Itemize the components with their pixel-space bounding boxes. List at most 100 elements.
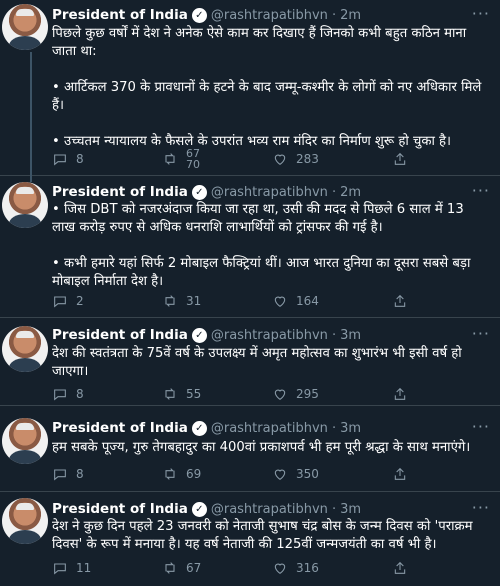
share-button[interactable] [392, 293, 408, 309]
reply-count: 8 [76, 387, 84, 401]
more-options-icon[interactable]: ··· [472, 324, 490, 343]
verified-badge-icon: ✓ [191, 184, 207, 200]
author-name[interactable]: President of India [52, 7, 188, 23]
more-options-icon[interactable]: ··· [472, 498, 490, 517]
more-options-icon[interactable]: ··· [472, 4, 490, 23]
like-button[interactable]: 295 [272, 386, 319, 402]
tweet[interactable]: President of India ✓ @rashtrapatibhvn · … [0, 492, 500, 586]
share-button[interactable] [392, 466, 408, 482]
timestamp[interactable]: 3m [340, 421, 361, 436]
reply-button[interactable]: 2 [52, 293, 84, 309]
reply-button[interactable]: 11 [52, 560, 91, 576]
author-handle[interactable]: @rashtrapatibhvn [211, 328, 328, 343]
tweet-text: • जिस DBT को नजरअंदाज किया जा रहा था, उस… [52, 201, 490, 291]
tweet-line: • कभी हमारे यहां सिर्फ 2 मोबाइल फैक्ट्रि… [52, 256, 471, 289]
reply-icon [54, 389, 66, 401]
share-button[interactable] [392, 560, 408, 576]
tweet-actions: 8 55 295 [52, 385, 472, 403]
like-button[interactable]: 164 [272, 293, 319, 309]
share-button[interactable] [392, 386, 408, 402]
tweet[interactable]: President of India ✓ @rashtrapatibhvn · … [0, 318, 500, 406]
retweet-button[interactable]: 31 [162, 293, 201, 309]
tweet-header: President of India ✓ @rashtrapatibhvn · … [52, 419, 361, 437]
tweet-actions: 11 67 316 [52, 559, 472, 577]
like-button[interactable]: 316 [272, 560, 319, 576]
retweet-button[interactable]: 67 70 [162, 148, 200, 170]
author-name[interactable]: President of India [52, 501, 188, 517]
reply-count: 8 [76, 467, 84, 481]
retweet-button[interactable]: 69 [162, 466, 201, 482]
heart-icon [274, 154, 286, 165]
tweet-header: President of India ✓ @rashtrapatibhvn · … [52, 6, 361, 24]
tweet-text: हम सबके पूज्य, गुरु तेगबहादुर का 400वां … [52, 439, 490, 457]
tweet-line: देश ने कुछ दिन पहले 23 जनवरी को नेताजी स… [52, 519, 473, 552]
reply-icon [54, 469, 66, 481]
avatar[interactable] [2, 418, 48, 464]
retweet-button[interactable]: 67 [162, 560, 201, 576]
verified-badge-icon: ✓ [191, 327, 207, 343]
retweet-icon [165, 388, 175, 400]
author-name[interactable]: President of India [52, 184, 188, 200]
avatar[interactable] [2, 182, 48, 228]
author-handle[interactable]: @rashtrapatibhvn [211, 502, 328, 517]
share-icon [394, 467, 406, 480]
author-handle[interactable]: @rashtrapatibhvn [211, 421, 328, 436]
tweet-line: देश की स्वतंत्रता के 75वें वर्ष के उपलक्… [52, 346, 462, 379]
separator-dot: · [331, 501, 337, 517]
tweet-header: President of India ✓ @rashtrapatibhvn · … [52, 183, 361, 201]
tweet-feed: President of India ✓ @rashtrapatibhvn · … [0, 0, 500, 586]
more-options-icon[interactable]: ··· [472, 181, 490, 200]
reply-count: 8 [76, 152, 84, 166]
retweet-icon [165, 468, 175, 480]
retweet-count: 69 [186, 467, 202, 481]
timestamp[interactable]: 3m [340, 502, 361, 517]
author-handle[interactable]: @rashtrapatibhvn [211, 185, 328, 200]
reply-icon [54, 563, 66, 575]
tweet-actions: 2 31 164 [52, 292, 472, 310]
tweet-line: • उच्चतम न्यायालय के फैसले के उपरांत भव्… [52, 134, 452, 149]
avatar[interactable] [2, 326, 48, 372]
tweet-line: हम सबके पूज्य, गुरु तेगबहादुर का 400वां … [52, 440, 471, 455]
author-name[interactable]: President of India [52, 420, 188, 436]
tweet[interactable]: President of India ✓ @rashtrapatibhvn · … [0, 176, 500, 318]
reply-button[interactable]: 8 [52, 386, 84, 402]
thread-line [30, 52, 32, 176]
avatar[interactable] [2, 498, 48, 544]
retweet-icon [165, 562, 175, 574]
heart-icon [274, 563, 286, 574]
timestamp[interactable]: 2m [340, 185, 361, 200]
heart-icon [274, 389, 286, 400]
retweet-button[interactable]: 55 [162, 386, 201, 402]
tweet-text: देश की स्वतंत्रता के 75वें वर्ष के उपलक्… [52, 345, 490, 381]
reply-count: 11 [76, 561, 92, 575]
like-count: 164 [296, 294, 319, 308]
separator-dot: · [331, 7, 337, 23]
retweet-count: 67 70 [186, 148, 200, 170]
timestamp[interactable]: 2m [340, 8, 361, 23]
tweet-actions: 8 67 70 283 [52, 148, 472, 170]
verified-badge-icon: ✓ [191, 7, 207, 23]
like-button[interactable]: 350 [272, 466, 319, 482]
avatar[interactable] [2, 4, 48, 50]
reply-icon [54, 296, 66, 308]
more-options-icon[interactable]: ··· [472, 417, 490, 436]
tweet-header: President of India ✓ @rashtrapatibhvn · … [52, 500, 361, 518]
author-handle[interactable]: @rashtrapatibhvn [211, 8, 328, 23]
share-button[interactable] [392, 151, 408, 167]
timestamp[interactable]: 3m [340, 328, 361, 343]
reply-button[interactable]: 8 [52, 466, 84, 482]
verified-badge-icon: ✓ [191, 420, 207, 436]
tweet-header: President of India ✓ @rashtrapatibhvn · … [52, 326, 361, 344]
like-count: 316 [296, 561, 319, 575]
reply-button[interactable]: 8 [52, 151, 84, 167]
like-count: 350 [296, 467, 319, 481]
author-name[interactable]: President of India [52, 327, 188, 343]
separator-dot: · [331, 184, 337, 200]
tweet[interactable]: President of India ✓ @rashtrapatibhvn · … [0, 406, 500, 492]
thread-line [30, 176, 32, 182]
tweet[interactable]: President of India ✓ @rashtrapatibhvn · … [0, 0, 500, 176]
like-count: 283 [296, 152, 319, 166]
like-button[interactable]: 283 [272, 151, 319, 167]
